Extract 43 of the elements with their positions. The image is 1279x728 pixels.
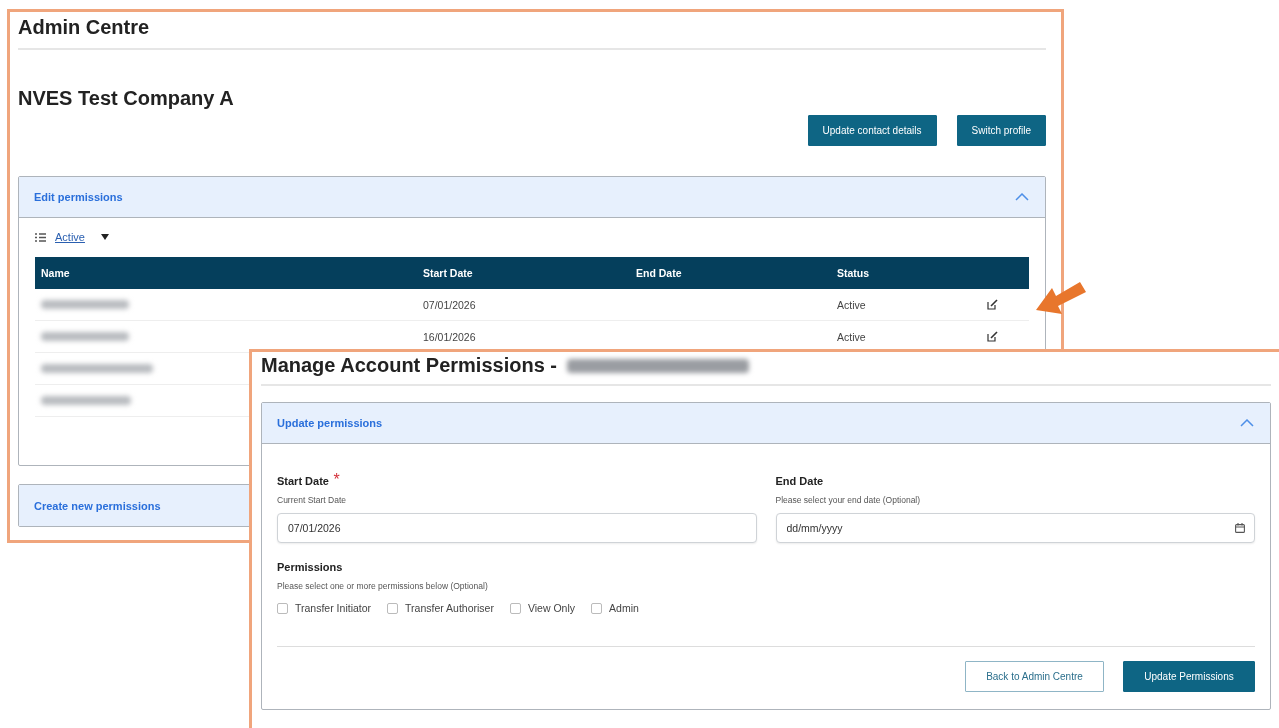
column-header: Status <box>837 267 870 279</box>
accordion-title[interactable]: Create new permissions <box>34 499 161 512</box>
company-name: NVES Test Company A <box>18 87 234 110</box>
accordion-title[interactable]: Update permissions <box>277 417 383 429</box>
field-label: Start Date <box>277 475 329 487</box>
column-header: Name <box>41 267 70 279</box>
edit-icon[interactable] <box>987 299 998 310</box>
back-button[interactable]: Back to Admin Centre <box>965 661 1104 692</box>
list-icon[interactable] <box>35 232 46 242</box>
chevron-up-icon[interactable] <box>1015 193 1029 201</box>
field-hint: Current Start Date <box>277 495 346 505</box>
checkbox-label[interactable]: Admin <box>609 602 639 614</box>
checkbox[interactable] <box>591 602 603 614</box>
submit-button[interactable]: Update Permissions <box>1123 661 1255 692</box>
table-cell: 16/01/2026 <box>423 330 476 343</box>
checkbox[interactable] <box>509 602 521 614</box>
required-mark: * <box>333 471 340 488</box>
filter-link[interactable]: Active <box>55 231 85 243</box>
caret-icon[interactable] <box>100 234 109 240</box>
field-label: End Date <box>775 475 824 487</box>
header-button[interactable]: Update contact details <box>807 115 937 146</box>
field-label: Permissions <box>277 561 343 573</box>
table-cell: 07/01/2026 <box>423 298 476 311</box>
column-header: Start Date <box>423 267 473 279</box>
start-date-field[interactable]: 07/01/2026 <box>277 513 757 543</box>
page-title: Admin Centre <box>18 16 150 39</box>
checkbox[interactable] <box>277 602 288 614</box>
checkbox-label[interactable]: View Only <box>527 602 576 614</box>
header-button[interactable]: Switch profile <box>956 115 1046 146</box>
field-hint: Please select one or more permissions below (Optional) <box>277 581 488 591</box>
column-header: End Date <box>636 267 682 279</box>
calendar-icon[interactable] <box>1235 523 1245 533</box>
end-date-field[interactable]: dd/mm/yyyy <box>775 513 1255 543</box>
checkbox[interactable] <box>387 602 399 614</box>
checkbox-label[interactable]: Transfer Initiator <box>295 602 372 614</box>
checkbox-label[interactable]: Transfer Authoriser <box>405 602 494 614</box>
field-hint: Please select your end date (Optional) <box>775 495 921 505</box>
accordion-title[interactable]: Edit permissions <box>34 191 123 203</box>
dialog-title: Manage Account Permissions - <box>261 354 557 377</box>
edit-icon[interactable] <box>987 331 998 342</box>
table-cell: Active <box>837 330 866 343</box>
chevron-up-icon[interactable] <box>1240 419 1254 427</box>
table-cell: Active <box>837 298 866 311</box>
